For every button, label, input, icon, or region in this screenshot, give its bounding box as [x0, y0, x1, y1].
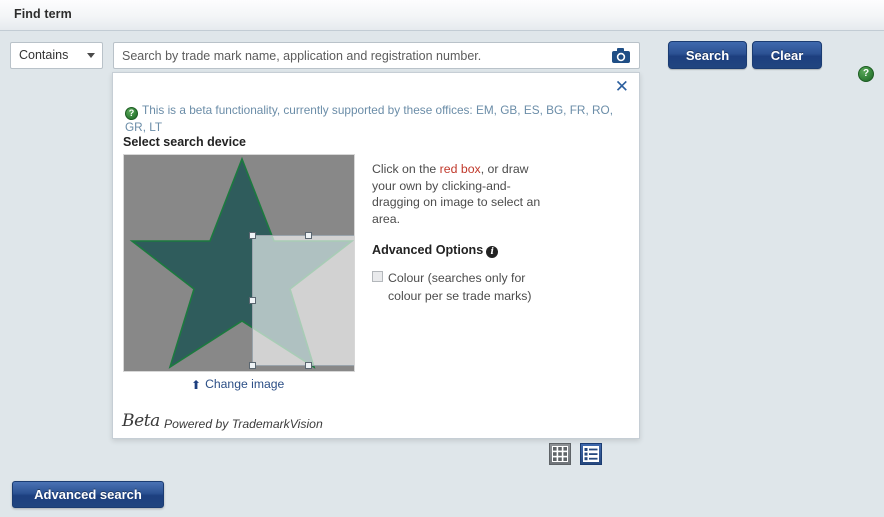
beta-notice: ? This is a beta functionality, currently…	[125, 103, 627, 135]
colour-option-label: Colour (searches only for colour per se …	[388, 271, 532, 303]
resize-handle-n[interactable]	[305, 232, 312, 239]
beta-notice-text: This is a beta functionality, currently …	[125, 103, 613, 134]
instruction-text-part1: Click on the	[372, 162, 440, 176]
search-input[interactable]	[114, 43, 601, 68]
advanced-options-label: Advanced Options	[372, 243, 484, 257]
grid-view-icon[interactable]	[549, 443, 571, 465]
help-icon[interactable]: ?	[858, 66, 874, 82]
powered-by-label: Powered by TrademarkVision	[164, 417, 323, 431]
change-image-label: Change image	[205, 377, 285, 391]
advanced-options-title: Advanced Options i	[372, 243, 552, 258]
red-box-highlight: red box	[439, 162, 481, 176]
resize-handle-nw[interactable]	[249, 232, 256, 239]
search-operator-select[interactable]: Contains	[10, 42, 103, 69]
change-image-button[interactable]: ⬆ Change image	[191, 377, 284, 392]
upload-icon: ⬆	[191, 378, 202, 392]
clear-button[interactable]: Clear	[752, 41, 822, 69]
colour-checkbox[interactable]	[372, 271, 383, 282]
header-bar: Find term	[0, 0, 884, 31]
resize-handle-s[interactable]	[305, 362, 312, 369]
resize-handle-w[interactable]	[249, 296, 256, 304]
info-icon[interactable]: i	[486, 246, 499, 258]
chevron-down-icon	[87, 53, 95, 58]
advanced-search-button[interactable]: Advanced search	[12, 481, 164, 508]
section-title: Select search device	[123, 135, 246, 149]
view-toggle-group	[549, 443, 603, 465]
list-view-icon[interactable]	[580, 443, 603, 465]
colour-option-row[interactable]: Colour (searches only for colour per se …	[372, 269, 552, 305]
search-input-wrap[interactable]	[113, 42, 640, 69]
selection-rectangle[interactable]	[249, 232, 354, 369]
resize-handle-sw[interactable]	[249, 362, 256, 369]
instructions-column: Click on the red box, or draw your own b…	[372, 161, 552, 305]
close-icon[interactable]: ✕	[615, 79, 629, 96]
instruction-text: Click on the red box, or draw your own b…	[372, 161, 552, 227]
camera-icon[interactable]	[611, 46, 631, 65]
beta-wordmark: Beta	[122, 411, 160, 431]
page-root: Find term Contains Search Clear ? ✕	[0, 0, 884, 517]
search-device-image[interactable]	[123, 154, 355, 372]
search-operator-label: Contains	[19, 48, 69, 62]
page-title: Find term	[14, 7, 72, 21]
search-button[interactable]: Search	[668, 41, 747, 69]
image-search-panel: ✕ ? This is a beta functionality, current…	[112, 72, 640, 439]
info-green-icon: ?	[125, 107, 138, 120]
